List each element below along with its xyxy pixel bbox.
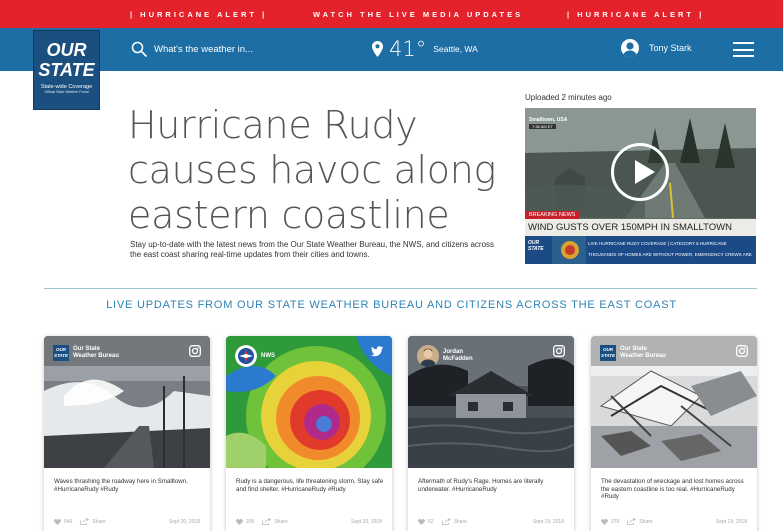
logo-subtag: Official State Weather Portal xyxy=(44,90,89,94)
card-2-like-count: 206 xyxy=(246,518,255,525)
avatar[interactable] xyxy=(621,39,639,57)
user-name: Tony Stark xyxy=(649,43,692,53)
heart-icon xyxy=(418,518,425,525)
upload-time: Uploaded 2 minutes ago xyxy=(525,93,612,102)
temperature-value: 41° xyxy=(389,37,427,61)
card-3-like-count: 52 xyxy=(428,518,434,525)
our-state-badge-icon: OUR STATE xyxy=(600,345,616,361)
alert-live-media-link[interactable]: WATCH THE LIVE MEDIA UPDATES xyxy=(313,10,523,19)
heart-icon xyxy=(601,518,608,525)
card-4-caption: The devastation of wreckage and lost hom… xyxy=(601,478,744,500)
city-name: Seattle, WA xyxy=(433,44,478,54)
card-1-source[interactable]: OUR STATE Our State Weather Bureau xyxy=(53,345,119,361)
card-3-share-label: Share xyxy=(453,518,467,525)
twitter-icon[interactable] xyxy=(371,345,383,357)
card-1-share-button[interactable]: Share xyxy=(80,518,106,525)
video-timestamp: 7:36 AM ET xyxy=(529,124,556,129)
video-logo: OUR STATE xyxy=(528,240,550,260)
crawl-line-1: LIVE HURRICANE RUDY COVERAGE | CATEGORY … xyxy=(588,241,727,246)
share-icon xyxy=(262,518,272,525)
hamburger-menu-icon[interactable] xyxy=(733,42,754,57)
card-4-share-button[interactable]: Share xyxy=(627,518,653,525)
page-title: Hurricane Rudy causes havoc along easter… xyxy=(128,103,496,237)
crawl-line-2: THOUSANDS OF HOMES ARE WITHOUT POWER, EM… xyxy=(588,252,752,257)
play-button-icon[interactable] xyxy=(611,143,669,201)
instagram-icon[interactable] xyxy=(189,345,201,357)
card-4-source-line-2: Weather Bureau xyxy=(620,353,666,359)
card-2-source-line-1: NWS xyxy=(261,352,275,359)
card-1-like-count: 546 xyxy=(64,518,73,525)
card-3-share-button[interactable]: Share xyxy=(441,518,467,525)
user-avatar-icon xyxy=(623,42,637,57)
card-4-source-line-1: Our State xyxy=(620,346,648,352)
location-pin-icon xyxy=(372,41,383,57)
video-logo-line-2: STATE xyxy=(528,246,544,252)
instagram-icon[interactable] xyxy=(736,345,748,357)
card-2-like-button[interactable]: 206 xyxy=(236,518,255,525)
our-state-logo[interactable]: OUR STATE State-wide Coverage Official S… xyxy=(33,30,100,110)
card-2-source[interactable]: NWS xyxy=(235,345,275,367)
card-1-meta: 546 Share Sept 20, 2018 xyxy=(54,518,200,525)
card-2-date: Sept 20, 2018 xyxy=(350,518,382,525)
update-card-3[interactable]: Jordan McFadden Aftermath of Rudy's Rage.… xyxy=(408,336,574,531)
card-3-source[interactable]: Jordan McFadden xyxy=(417,345,473,367)
weather-search[interactable]: What's the weather in... xyxy=(131,41,253,57)
card-3-source-line-1: Jordan xyxy=(443,349,464,355)
card-1-source-line-2: Weather Bureau xyxy=(73,353,119,359)
card-4-source[interactable]: OUR STATE Our State Weather Bureau xyxy=(600,345,666,361)
card-3-source-line-2: McFadden xyxy=(443,356,473,362)
share-icon xyxy=(627,518,637,525)
user-avatar-photo xyxy=(417,345,439,367)
heart-icon xyxy=(54,518,61,525)
card-1-date: Sept 20, 2018 xyxy=(168,518,200,525)
card-2-meta: 206 Share Sept 20, 2018 xyxy=(236,518,382,525)
card-4-date: Sept 19, 2018 xyxy=(715,518,747,525)
alert-text-left: | HURRICANE ALERT | xyxy=(130,10,268,19)
video-location: Smalltown, USA xyxy=(529,117,568,123)
card-4-share-label: Share xyxy=(639,518,653,525)
card-3-caption: Aftermath of Rudy's Rage. Homes are lite… xyxy=(418,478,544,493)
card-1-like-button[interactable]: 546 xyxy=(54,518,73,525)
card-2-share-label: Share xyxy=(274,518,288,525)
current-weather[interactable]: 41° Seattle, WA xyxy=(372,37,478,61)
share-icon xyxy=(80,518,90,525)
card-1-share-label: Share xyxy=(92,518,106,525)
card-1-caption: Waves thrashing the roadway here in Smal… xyxy=(54,478,188,493)
search-placeholder[interactable]: What's the weather in... xyxy=(154,44,253,55)
nws-logo-icon xyxy=(235,345,257,367)
hurricane-alert-bar[interactable]: | HURRICANE ALERT | WATCH THE LIVE MEDIA… xyxy=(0,0,783,28)
user-profile[interactable]: Tony Stark xyxy=(621,39,692,57)
breaking-news-tag: BREAKING NEWS xyxy=(525,211,580,219)
card-3-meta: 52 Share Sept 19, 2018 xyxy=(418,518,564,525)
card-4-like-button[interactable]: 378 xyxy=(601,518,620,525)
live-updates-heading: LIVE UPDATES FROM OUR STATE WEATHER BURE… xyxy=(106,299,677,311)
alert-text-right: | HURRICANE ALERT | xyxy=(567,10,705,19)
card-3-like-button[interactable]: 52 xyxy=(418,518,434,525)
card-2-caption: Rudy is a dangerous, life threatening st… xyxy=(236,478,384,493)
card-4-meta: 378 Share Sept 19, 2018 xyxy=(601,518,747,525)
logo-line-1: OUR xyxy=(46,40,87,60)
hero-description: Stay up-to-date with the latest news fro… xyxy=(130,240,495,259)
card-2-share-button[interactable]: Share xyxy=(262,518,288,525)
video-headline-ticker: WIND GUSTS OVER 150MPH IN SMALLTOWN xyxy=(525,219,756,236)
our-state-badge-icon: OUR STATE xyxy=(53,345,69,361)
update-card-1[interactable]: OUR STATE Our State Weather Bureau Waves t… xyxy=(44,336,210,531)
card-3-date: Sept 19, 2018 xyxy=(532,518,564,525)
card-1-source-line-1: Our State xyxy=(73,346,101,352)
heart-icon xyxy=(236,518,243,525)
logo-line-2: STATE xyxy=(38,60,95,80)
update-card-2[interactable]: NWS Rudy is a dangerous, life threatenin… xyxy=(226,336,392,531)
radar-map-icon xyxy=(552,236,586,264)
update-card-4[interactable]: OUR STATE Our State Weather Bureau The dev… xyxy=(591,336,757,531)
instagram-icon[interactable] xyxy=(553,345,565,357)
video-lower-third: OUR STATE LIVE HURRICANE RUDY COVERAGE |… xyxy=(525,236,756,264)
share-icon xyxy=(441,518,451,525)
section-divider xyxy=(44,288,757,289)
live-video-player[interactable]: Smalltown, USA 7:36 AM ET BREAKING NEWS … xyxy=(525,108,756,264)
search-icon xyxy=(131,41,147,57)
card-4-like-count: 378 xyxy=(611,518,620,525)
